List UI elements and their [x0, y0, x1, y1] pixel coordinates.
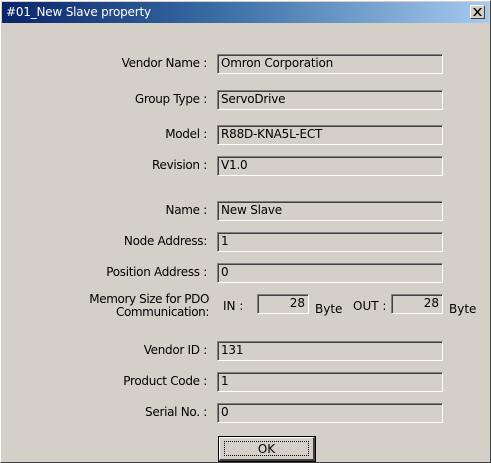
product-code-label: Product Code :: [123, 374, 207, 388]
in-unit-label: Byte: [315, 302, 343, 316]
serial-no-label: Serial No. :: [145, 405, 207, 419]
vendor-name-field[interactable]: Omron Corporation: [217, 54, 443, 74]
group-type-field[interactable]: ServoDrive: [217, 90, 443, 110]
out-unit-label: Byte: [449, 302, 477, 316]
revision-field[interactable]: V1.0: [217, 156, 443, 176]
product-code-field[interactable]: 1: [217, 372, 443, 392]
vendor-name-label: Vendor Name :: [121, 56, 208, 70]
memory-size-label-line2: Communication:: [115, 305, 209, 319]
serial-no-field[interactable]: 0: [217, 403, 443, 423]
in-size-field[interactable]: 28: [257, 294, 309, 314]
vendor-id-field[interactable]: 131: [217, 341, 443, 361]
title-bar[interactable]: #01_New Slave property: [2, 2, 489, 23]
close-icon: [473, 8, 482, 16]
window-title: #01_New Slave property: [6, 5, 151, 19]
model-label: Model :: [165, 127, 207, 141]
group-type-label: Group Type :: [134, 92, 207, 106]
model-field[interactable]: R88D-KNA5L-ECT: [217, 125, 443, 145]
position-address-field[interactable]: 0: [217, 263, 443, 283]
property-dialog: #01_New Slave property Vendor Name : Omr…: [0, 0, 491, 463]
ok-button[interactable]: OK: [218, 436, 316, 462]
name-field[interactable]: New Slave: [217, 201, 443, 221]
close-button[interactable]: [470, 5, 485, 19]
ok-button-label: OK: [257, 441, 276, 456]
name-label: Name :: [165, 203, 208, 217]
out-size-field[interactable]: 28: [391, 294, 443, 314]
revision-label: Revision :: [151, 158, 207, 172]
position-address-label: Position Address :: [106, 265, 207, 279]
node-address-field[interactable]: 1: [217, 232, 443, 252]
node-address-label: Node Address:: [123, 234, 207, 248]
memory-size-label: Memory Size for PDO Communication:: [81, 293, 209, 319]
out-label: OUT :: [353, 299, 387, 313]
vendor-id-label: Vendor ID :: [143, 343, 208, 357]
in-label: IN :: [223, 299, 244, 313]
